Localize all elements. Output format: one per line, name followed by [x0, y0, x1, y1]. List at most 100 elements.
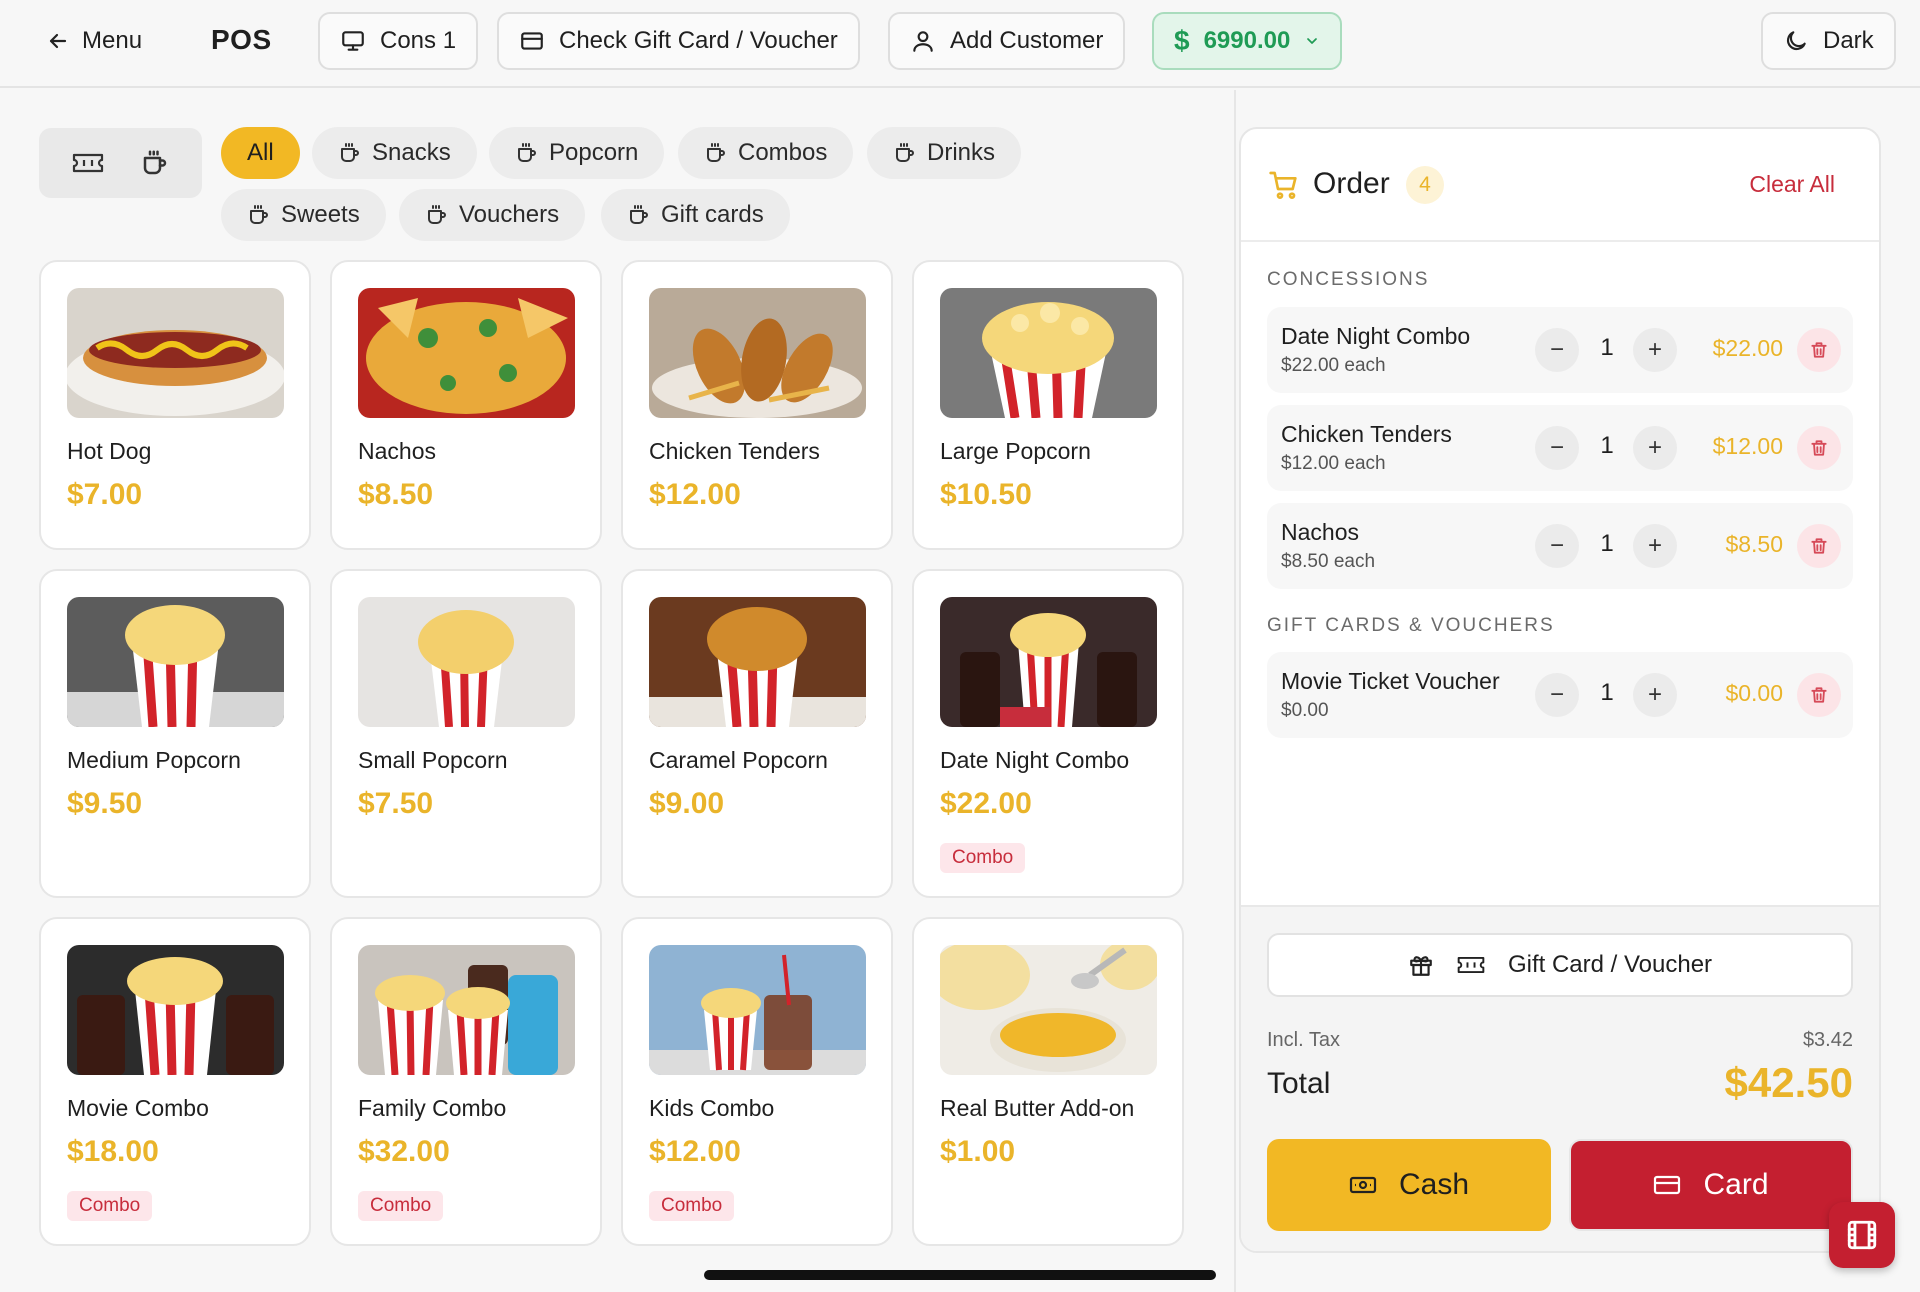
film-reel-button[interactable]: [1829, 1202, 1895, 1268]
arrow-left-icon: [46, 29, 70, 53]
tax-label: Incl. Tax: [1267, 1029, 1340, 1051]
category-combos[interactable]: Combos: [678, 127, 854, 179]
check-gift-card-label: Check Gift Card / Voucher: [559, 27, 838, 54]
line-item-name: Movie Ticket Voucher: [1281, 668, 1500, 694]
product-price: $9.50: [67, 787, 143, 820]
category-drinks[interactable]: Drinks: [867, 127, 1022, 179]
product-card-movie-combo[interactable]: Movie Combo $18.00 Combo: [39, 917, 311, 1246]
order-line-item: Date Night Combo $22.00 each − 1 + $22.0…: [1267, 307, 1853, 393]
increase-quantity-button[interactable]: +: [1633, 426, 1677, 470]
cup-icon[interactable]: [140, 148, 170, 178]
cup-icon: [893, 141, 917, 165]
product-card-nachos[interactable]: Nachos $8.50: [330, 260, 602, 550]
gift-card-voucher-label: Gift Card / Voucher: [1507, 951, 1713, 978]
order-panel: Order 4 Clear All CONCESSIONS Date Night…: [1239, 127, 1881, 1253]
moon-icon: [1783, 28, 1809, 54]
delete-line-item-button[interactable]: [1797, 524, 1841, 568]
order-count-badge: 4: [1406, 166, 1444, 204]
combo-photo: [67, 945, 284, 1075]
combo-photo: [358, 945, 575, 1075]
line-item-total: $12.00: [1712, 433, 1783, 459]
terminal-label: Cons 1: [380, 27, 457, 54]
check-gift-card-button[interactable]: Check Gift Card / Voucher: [497, 12, 860, 70]
product-name: Hot Dog: [67, 438, 152, 464]
line-item-name: Chicken Tenders: [1281, 421, 1452, 447]
popcorn-photo: [940, 288, 1157, 418]
product-card-kids-combo[interactable]: Kids Combo $12.00 Combo: [621, 917, 893, 1246]
line-item-quantity: 1: [1600, 530, 1614, 557]
product-card-chicken-tenders[interactable]: Chicken Tenders $12.00: [621, 260, 893, 550]
category-label: Sweets: [281, 201, 360, 228]
line-item-total: $22.00: [1712, 335, 1783, 361]
cup-icon: [247, 203, 271, 227]
ticket-icon[interactable]: [71, 150, 105, 176]
delete-line-item-button[interactable]: [1797, 673, 1841, 717]
cup-icon: [338, 141, 362, 165]
card-payment-button[interactable]: Card: [1569, 1139, 1853, 1231]
home-indicator: [704, 1270, 1216, 1280]
popcorn-photo: [358, 597, 575, 727]
category-label: Popcorn: [549, 139, 639, 166]
product-card-family-combo[interactable]: Family Combo $32.00 Combo: [330, 917, 602, 1246]
product-name: Kids Combo: [649, 1095, 775, 1121]
product-price: $12.00: [649, 478, 741, 511]
order-footer: Gift Card / Voucher Incl. Tax $3.42 Tota…: [1241, 905, 1879, 1251]
product-price: $12.00: [649, 1135, 741, 1168]
theme-toggle-button[interactable]: Dark: [1761, 12, 1896, 70]
nachos-photo: [358, 288, 575, 418]
category-sweets[interactable]: Sweets: [221, 189, 386, 241]
combo-badge: Combo: [358, 1191, 444, 1221]
decrease-quantity-button[interactable]: −: [1535, 673, 1579, 717]
trash-icon: [1809, 685, 1829, 705]
product-card-date-night-combo[interactable]: Date Night Combo $22.00 Combo: [912, 569, 1184, 898]
product-name: Nachos: [358, 438, 436, 464]
product-card-medium-popcorn[interactable]: Medium Popcorn $9.50: [39, 569, 311, 898]
category-all[interactable]: All: [221, 127, 300, 179]
line-item-unit-price: $0.00: [1281, 700, 1329, 721]
product-price: $22.00: [940, 787, 1032, 820]
clear-all-button[interactable]: Clear All: [1749, 171, 1835, 198]
delete-line-item-button[interactable]: [1797, 426, 1841, 470]
terminal-button[interactable]: Cons 1: [318, 12, 479, 70]
decrease-quantity-button[interactable]: −: [1535, 524, 1579, 568]
line-item-quantity: 1: [1600, 334, 1614, 361]
cart-icon: [1267, 169, 1301, 201]
delete-line-item-button[interactable]: [1797, 328, 1841, 372]
increase-quantity-button[interactable]: +: [1633, 328, 1677, 372]
product-name: Small Popcorn: [358, 747, 508, 773]
add-customer-button[interactable]: Add Customer: [888, 12, 1126, 70]
category-label: Drinks: [927, 139, 996, 166]
product-card-large-popcorn[interactable]: Large Popcorn $10.50: [912, 260, 1184, 550]
cup-icon: [515, 141, 539, 165]
product-card-caramel-popcorn[interactable]: Caramel Popcorn $9.00: [621, 569, 893, 898]
banknote-icon: [1349, 1174, 1377, 1196]
product-card-hot-dog[interactable]: Hot Dog $7.00: [39, 260, 311, 550]
chicken-tenders-photo: [649, 288, 866, 418]
cash-drawer-button[interactable]: $ 6990.00: [1152, 12, 1343, 70]
decrease-quantity-button[interactable]: −: [1535, 426, 1579, 470]
increase-quantity-button[interactable]: +: [1633, 524, 1677, 568]
product-card-real-butter-add-on[interactable]: Real Butter Add-on $1.00: [912, 917, 1184, 1246]
category-popcorn[interactable]: Popcorn: [489, 127, 665, 179]
cash-payment-button[interactable]: Cash: [1267, 1139, 1551, 1231]
product-price: $9.00: [649, 787, 725, 820]
line-item-total: $8.50: [1725, 531, 1783, 557]
product-name: Date Night Combo: [940, 747, 1130, 773]
cash-label: Cash: [1398, 1168, 1470, 1201]
gift-icon: [1408, 952, 1434, 978]
combo-badge: Combo: [649, 1191, 735, 1221]
category-snacks[interactable]: Snacks: [312, 127, 477, 179]
gift-card-voucher-button[interactable]: Gift Card / Voucher: [1267, 933, 1853, 997]
product-name: Movie Combo: [67, 1095, 209, 1121]
menu-button[interactable]: Menu: [46, 27, 142, 55]
product-price: $7.50: [358, 787, 434, 820]
decrease-quantity-button[interactable]: −: [1535, 328, 1579, 372]
mode-toggle: [39, 128, 202, 198]
increase-quantity-button[interactable]: +: [1633, 673, 1677, 717]
app-title: POS: [211, 24, 272, 55]
category-gift-cards[interactable]: Gift cards: [601, 189, 790, 241]
category-vouchers[interactable]: Vouchers: [399, 189, 586, 241]
product-card-small-popcorn[interactable]: Small Popcorn $7.50: [330, 569, 602, 898]
product-name: Large Popcorn: [940, 438, 1091, 464]
menu-label: Menu: [82, 27, 143, 54]
